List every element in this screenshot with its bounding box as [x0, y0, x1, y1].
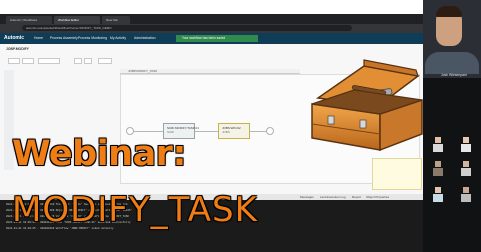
end-node[interactable] — [266, 127, 274, 135]
url-field[interactable]: automic.example/awi/#/workflow?name=MODI… — [22, 25, 352, 31]
browser-tab[interactable]: Automic | Workflows — [6, 16, 52, 24]
screen-capture: Automic | Workflows Workflow Editor New … — [0, 0, 481, 252]
user-icon[interactable] — [458, 136, 474, 152]
nav-process-assembly[interactable]: Process Assembly — [50, 36, 78, 40]
toolbar-button[interactable] — [22, 58, 34, 64]
presenter-name: Josh Wiesenparn — [440, 73, 468, 77]
task-type: JOBS — [222, 130, 230, 134]
browser-tab-bar: Automic | Workflows Workflow Editor New … — [0, 14, 423, 24]
nav-process-monitoring[interactable]: Process Monitoring — [78, 36, 107, 40]
properties-panel — [372, 158, 422, 190]
brand-logo[interactable]: Automic — [4, 35, 24, 41]
console-tab-report[interactable]: Report — [352, 195, 361, 199]
webinar-title: Webinar: — [12, 134, 186, 174]
workflow-connector — [131, 131, 271, 132]
nav-my-activity[interactable]: My Activity — [110, 36, 126, 40]
toolbar-button[interactable] — [8, 58, 20, 64]
toolbar-button[interactable] — [74, 58, 82, 64]
save-notification: Your workflow has been saved — [176, 35, 258, 42]
user-icon[interactable] — [430, 186, 446, 202]
nav-administration[interactable]: Administration — [134, 36, 155, 40]
workflow-task-selected[interactable]: JOBS.WIN.02 JOBS — [218, 123, 250, 139]
toolbar-button[interactable] — [84, 58, 92, 64]
toolbar-button[interactable] — [38, 58, 60, 64]
nav-home[interactable]: Home — [34, 36, 43, 40]
address-bar-row: automic.example/awi/#/workflow?name=MODI… — [0, 24, 423, 33]
editor-toolbar — [8, 58, 148, 65]
console-tab-log[interactable]: Last Execution Log — [320, 195, 346, 199]
console-tab-properties[interactable]: Object Properties — [366, 195, 389, 199]
user-icon[interactable] — [458, 160, 474, 176]
user-icon[interactable] — [430, 160, 446, 176]
object-title: JOBP.MODIFY — [6, 47, 29, 51]
browser-tab[interactable]: New Tab — [102, 16, 130, 24]
console-tab-messages[interactable]: Messages — [300, 195, 314, 199]
user-icon[interactable] — [458, 186, 474, 202]
webinar-topic: MODIFY_TASK — [12, 190, 258, 230]
presenter-shirt — [425, 52, 479, 74]
browser-tab-active[interactable]: Workflow Editor — [54, 16, 100, 24]
presenter-hair — [436, 6, 462, 17]
toolbox-icon — [311, 59, 423, 152]
toolbar-button[interactable] — [98, 58, 112, 64]
user-icon[interactable] — [430, 136, 446, 152]
